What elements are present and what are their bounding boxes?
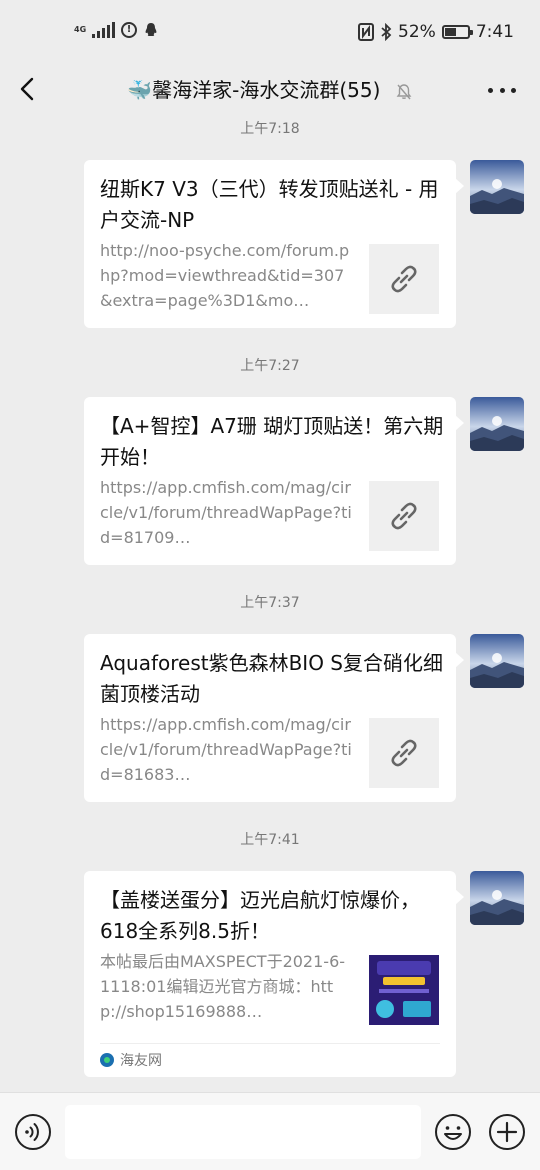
avatar-image bbox=[470, 160, 524, 214]
link-title: 【A+智控】A7珊 瑚灯顶贴送！第六期开始！ bbox=[100, 414, 444, 469]
link-description: https://app.cmfish.com/mag/circle/v1/for… bbox=[100, 478, 352, 547]
mute-bell-icon bbox=[396, 83, 412, 99]
link-card[interactable]: 【A+智控】A7珊 瑚灯顶贴送！第六期开始！ https://app.cmfis… bbox=[84, 397, 464, 565]
link-card[interactable]: Aquaforest紫色森林BIO S复合硝化细菌顶楼活动 https://ap… bbox=[84, 634, 464, 802]
link-title: 纽斯K7 V3（三代）转发顶贴送礼 - 用户交流-NP bbox=[100, 177, 439, 232]
avatar[interactable] bbox=[470, 160, 524, 214]
link-card[interactable]: 【盖楼送蛋分】迈光启航灯惊爆价，618全系列8.5折！ 本帖最后由MAXSPEC… bbox=[84, 871, 464, 1077]
link-thumbnail bbox=[369, 718, 439, 788]
message-timestamp: 上午7:37 bbox=[240, 595, 300, 611]
more-dots-icon bbox=[488, 87, 493, 93]
avatar-image bbox=[470, 397, 524, 451]
link-description: https://app.cmfish.com/mag/circle/v1/for… bbox=[100, 715, 352, 784]
more-options-button[interactable] bbox=[488, 80, 516, 100]
link-icon bbox=[391, 265, 417, 293]
plus-icon[interactable] bbox=[488, 1113, 526, 1151]
promo-image bbox=[369, 955, 439, 1025]
avatar[interactable] bbox=[470, 871, 524, 925]
avatar[interactable] bbox=[470, 397, 524, 451]
group-name: 🐳馨海洋家-海水交流群(55) bbox=[127, 78, 381, 102]
battery-percent: 52% bbox=[398, 22, 436, 42]
chat-title: 🐳馨海洋家-海水交流群(55) bbox=[0, 74, 540, 103]
source-logo-icon bbox=[100, 1052, 114, 1067]
network-type: 4G bbox=[74, 25, 87, 34]
battery-icon bbox=[441, 25, 473, 39]
message-timestamp: 上午7:27 bbox=[240, 358, 300, 374]
link-title: 【盖楼送蛋分】迈光启航灯惊爆价，618全系列8.5折！ bbox=[100, 888, 420, 943]
link-description: http://noo-psyche.com/forum.php?mod=view… bbox=[100, 241, 350, 310]
link-card[interactable]: 纽斯K7 V3（三代）转发顶贴送礼 - 用户交流-NP http://noo-p… bbox=[84, 160, 464, 328]
link-thumbnail bbox=[369, 244, 439, 314]
link-icon bbox=[391, 739, 417, 767]
promo-image-graphic bbox=[369, 955, 439, 1025]
status-bar: 4G ! 52% 7:41 bbox=[0, 0, 540, 64]
link-icon bbox=[391, 502, 417, 530]
bluetooth-icon bbox=[381, 23, 392, 41]
message-row: 【盖楼送蛋分】迈光启航灯惊爆价，618全系列8.5折！ 本帖最后由MAXSPEC… bbox=[0, 871, 540, 1077]
message-timestamp: 上午7:18 bbox=[240, 121, 300, 137]
clock-time: 7:41 bbox=[475, 22, 514, 42]
source-name: 海友网 bbox=[120, 1052, 162, 1069]
avatar-image bbox=[470, 634, 524, 688]
avatar-image bbox=[470, 871, 524, 925]
alert-circle-icon: ! bbox=[121, 22, 137, 38]
nfc-icon bbox=[358, 23, 375, 41]
input-bar bbox=[0, 1092, 540, 1170]
emoji-icon[interactable] bbox=[434, 1113, 472, 1151]
qq-penguin-icon bbox=[145, 23, 157, 36]
message-timestamp: 上午7:41 bbox=[240, 832, 300, 848]
avatar[interactable] bbox=[470, 634, 524, 688]
link-title: Aquaforest紫色森林BIO S复合硝化细菌顶楼活动 bbox=[100, 651, 443, 706]
message-row: Aquaforest紫色森林BIO S复合硝化细菌顶楼活动 https://ap… bbox=[0, 634, 540, 802]
message-input[interactable] bbox=[65, 1105, 421, 1159]
source-bar: 海友网 bbox=[100, 1043, 440, 1075]
link-description: 本帖最后由MAXSPECT于2021-6-1118:01编辑迈光官方商城：htt… bbox=[100, 952, 346, 1021]
message-row: 【A+智控】A7珊 瑚灯顶贴送！第六期开始！ https://app.cmfis… bbox=[0, 397, 540, 565]
message-row: 纽斯K7 V3（三代）转发顶贴送礼 - 用户交流-NP http://noo-p… bbox=[0, 160, 540, 328]
message-list[interactable]: 上午7:18 纽斯K7 V3（三代）转发顶贴送礼 - 用户交流-NP http:… bbox=[0, 112, 540, 1092]
signal-icon bbox=[92, 22, 115, 38]
link-thumbnail bbox=[369, 481, 439, 551]
voice-input-icon[interactable] bbox=[14, 1113, 52, 1151]
